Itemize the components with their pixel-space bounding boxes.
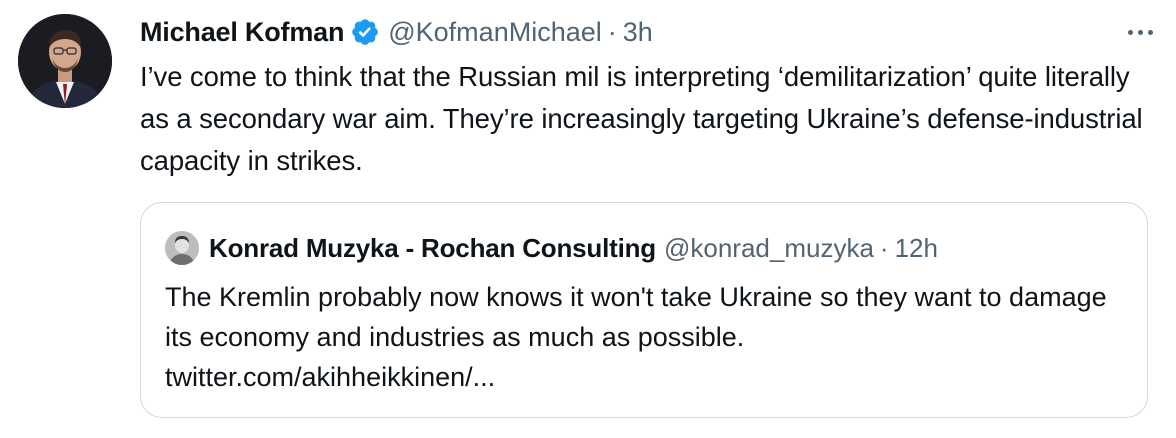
- quote-separator: ·: [879, 232, 889, 263]
- verified-badge-icon: [350, 17, 380, 47]
- quote-author-name[interactable]: Konrad Muzyka - Rochan Consulting: [209, 233, 656, 264]
- quote-link[interactable]: twitter.com/akihheikkinen/...: [165, 357, 1125, 397]
- quote-header: Konrad Muzyka - Rochan Consulting @konra…: [165, 229, 938, 267]
- quote-author-handle[interactable]: @konrad_muzyka: [664, 233, 874, 264]
- author-avatar[interactable]: [18, 14, 112, 108]
- tweet-timestamp[interactable]: 3h: [623, 17, 653, 48]
- quote-author-avatar[interactable]: [165, 231, 199, 265]
- tweet-header: Michael Kofman @KofmanMichael · 3h: [140, 14, 653, 50]
- tweet: Michael Kofman @KofmanMichael · 3h I’ve …: [0, 0, 1176, 438]
- author-handle[interactable]: @KofmanMichael: [388, 17, 602, 48]
- more-dot: [1137, 29, 1143, 35]
- quote-text-block: The Kremlin probably now knows it won't …: [165, 277, 1125, 397]
- author-name[interactable]: Michael Kofman: [140, 17, 344, 48]
- quoted-tweet[interactable]: Konrad Muzyka - Rochan Consulting @konra…: [140, 202, 1148, 418]
- more-dot: [1127, 29, 1133, 35]
- more-dot: [1147, 29, 1153, 35]
- header-separator: ·: [607, 16, 617, 47]
- tweet-text: I’ve come to think that the Russian mil …: [140, 61, 1143, 176]
- quote-timestamp[interactable]: 12h: [895, 233, 938, 264]
- quote-text: The Kremlin probably now knows it won't …: [165, 282, 1107, 352]
- more-options-icon[interactable]: [1122, 18, 1158, 46]
